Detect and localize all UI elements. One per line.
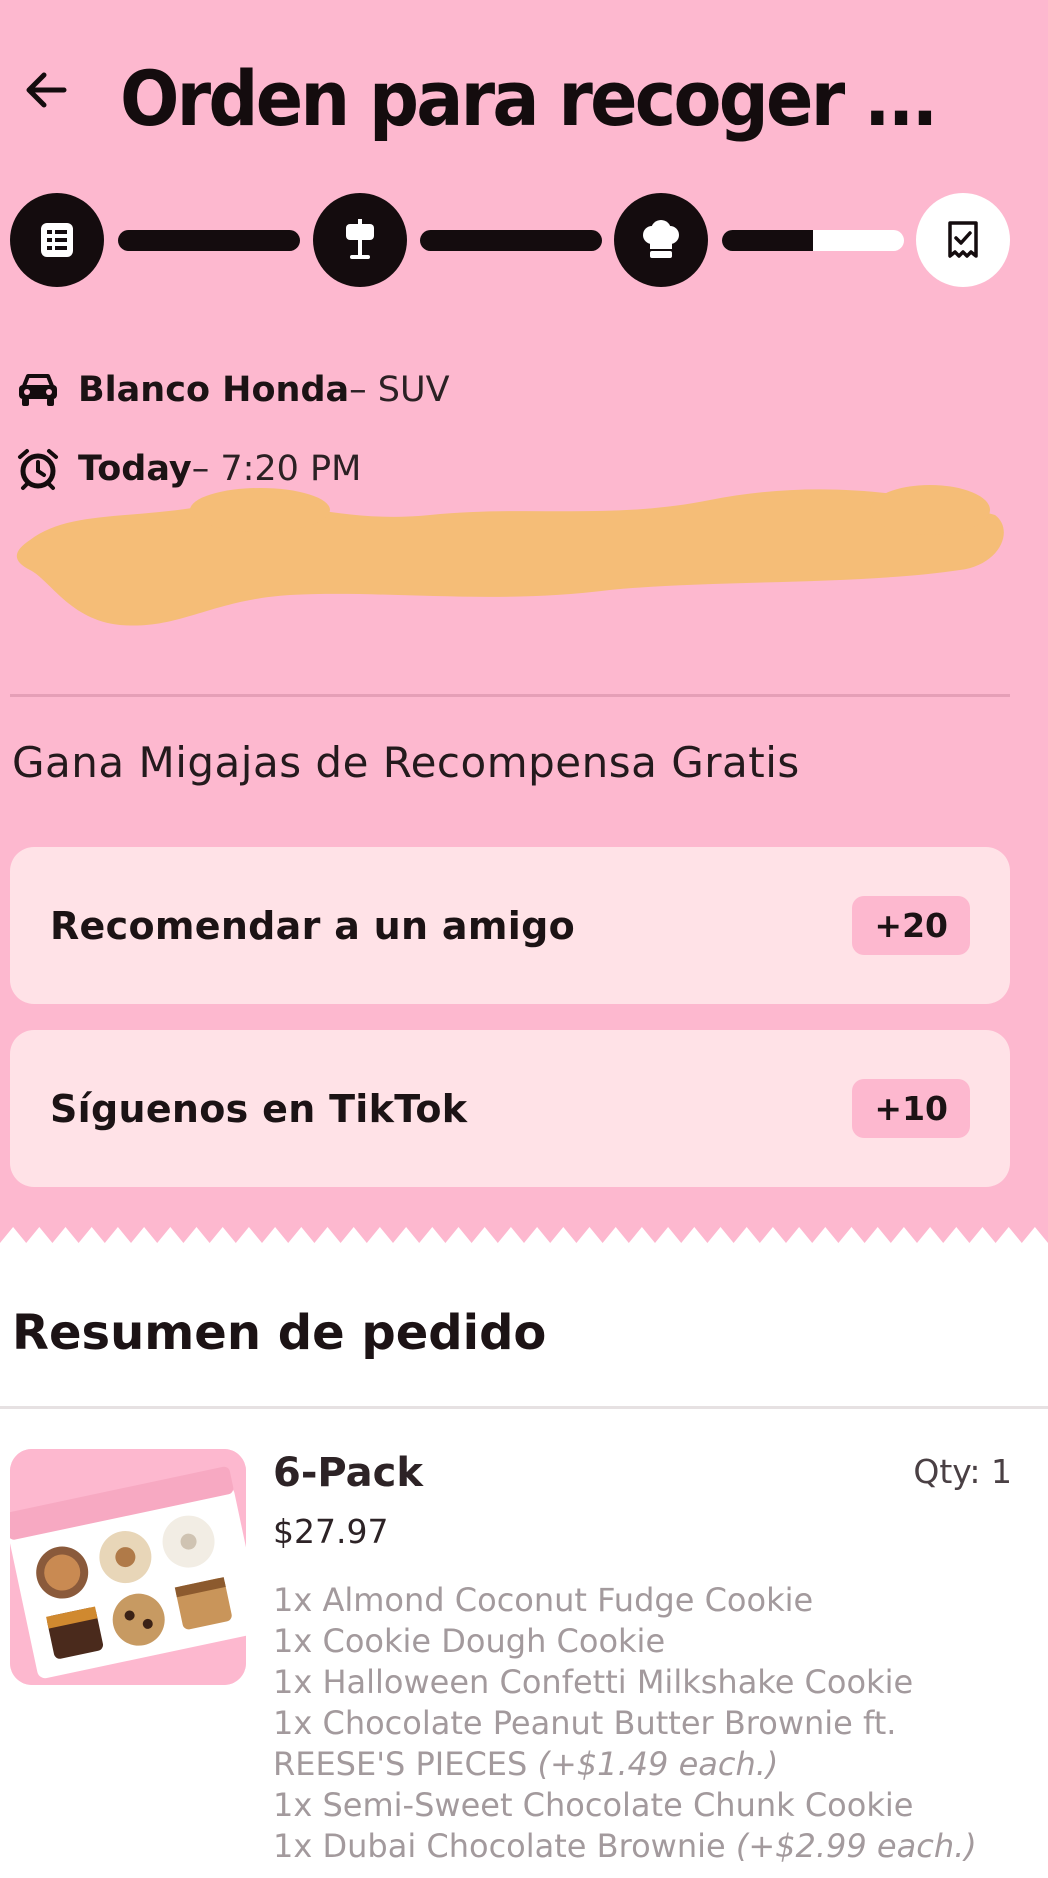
product-quantity: Qty: 1 <box>913 1452 1012 1491</box>
step-ready <box>916 193 1010 287</box>
vehicle-description: Blanco Honda <box>78 370 350 410</box>
reward-follow-tiktok[interactable]: Síguenos en TikTok +10 <box>10 1030 1010 1187</box>
summary-divider <box>0 1406 1048 1409</box>
list-item: 1x Cookie Dough Cookie <box>273 1622 666 1660</box>
section-divider <box>10 694 1010 697</box>
car-icon <box>14 366 62 414</box>
rewards-heading: Gana Migajas de Recompensa Gratis <box>12 738 800 787</box>
progress-segment-3 <box>722 230 904 251</box>
step-order-placed <box>10 193 104 287</box>
progress-segment-1 <box>118 230 300 251</box>
product-name: 6-Pack <box>273 1450 423 1496</box>
product-items-list: 1x Almond Coconut Fudge Cookie 1x Cookie… <box>273 1580 1013 1867</box>
step-confirmed <box>313 193 407 287</box>
progress-fill <box>722 230 813 251</box>
page-title: Orden para recoger ... <box>120 54 938 143</box>
redaction-mark <box>16 485 1004 626</box>
signpost-icon <box>346 219 374 259</box>
product-price: $27.97 <box>273 1512 389 1551</box>
receipt-check-icon <box>948 221 978 258</box>
product-image <box>10 1449 246 1685</box>
zigzag-divider <box>0 1227 1048 1265</box>
progress-segment-2 <box>420 230 602 251</box>
list-item: 1x Halloween Confetti Milkshake Cookie <box>273 1663 914 1701</box>
list-item: 1x Dubai Chocolate Brownie (+$2.99 each.… <box>273 1827 977 1865</box>
reward-points-badge: +10 <box>852 1079 970 1138</box>
list-item: 1x Semi-Sweet Chocolate Chunk Cookie <box>273 1786 914 1824</box>
summary-heading: Resumen de pedido <box>12 1305 547 1361</box>
chef-hat-icon <box>643 220 679 258</box>
reward-points-badge: +20 <box>852 896 970 955</box>
reward-label: Síguenos en TikTok <box>50 1086 468 1131</box>
list-item: 1x Chocolate Peanut Butter Brownie ft. R… <box>273 1704 897 1783</box>
list-item: 1x Almond Coconut Fudge Cookie <box>273 1581 814 1619</box>
reward-label: Recomendar a un amigo <box>50 903 575 948</box>
step-baking <box>614 193 708 287</box>
vehicle-type: – SUV <box>349 370 450 410</box>
checklist-icon <box>41 223 73 257</box>
back-button[interactable] <box>18 62 74 118</box>
vehicle-info: Blanco Honda – SUV <box>14 365 450 415</box>
reward-refer-friend[interactable]: Recomendar a un amigo +20 <box>10 847 1010 1004</box>
arrow-left-icon <box>26 72 67 108</box>
